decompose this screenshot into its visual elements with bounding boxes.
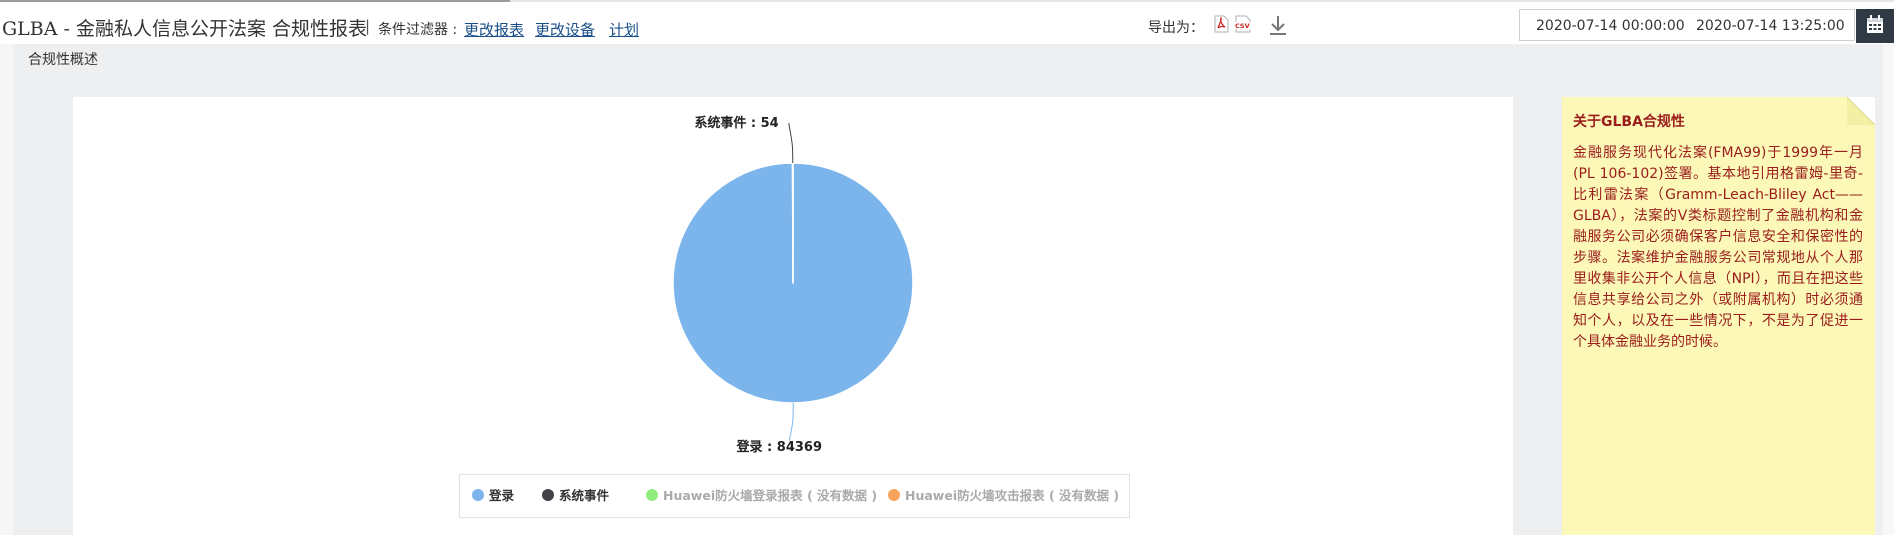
legend-marker-1 bbox=[542, 489, 554, 501]
change-device-link[interactable]: 更改设备 bbox=[535, 19, 595, 40]
legend-marker-2 bbox=[646, 489, 658, 501]
pie-leader-line-0 bbox=[789, 403, 793, 441]
export-label: 导出为： bbox=[1148, 17, 1204, 37]
legend-label-3: Huawei防火墙攻击报表 ( 没有数据 ) bbox=[905, 488, 1119, 503]
pie-chart: 登录 : 84369 系统事件 : 54 bbox=[73, 97, 1513, 535]
note-body: 金融服务现代化法案(FMA99)于1999年一月(PL 106-102)签署。基… bbox=[1573, 143, 1863, 353]
legend-marker-3 bbox=[888, 489, 900, 501]
filter-label: 条件过滤器 : bbox=[378, 19, 457, 39]
left-gutter bbox=[0, 44, 13, 535]
legend-marker-0 bbox=[472, 489, 484, 501]
right-gutter bbox=[1883, 44, 1894, 535]
page-title: GLBA - 金融私人信息公开法案 合规性报表 bbox=[2, 14, 367, 41]
calendar-icon bbox=[1856, 9, 1894, 43]
legend-label-1: 系统事件 bbox=[559, 488, 610, 503]
section-title: 合规性概述 bbox=[28, 49, 98, 69]
csv-export-icon[interactable]: CSV bbox=[1234, 15, 1252, 33]
pie-data-label-0: 登录 : 84369 bbox=[736, 439, 822, 455]
legend-items: 登录 系统事件 Huawei防火墙登录报表 ( 没有数据 ) Huawei防火墙攻击报… bbox=[460, 475, 1131, 519]
date-end: 2020-07-14 13:25:00 bbox=[1696, 18, 1845, 34]
date-start: 2020-07-14 00:00:00 bbox=[1536, 18, 1685, 34]
legend-item-3[interactable]: Huawei防火墙攻击报表 ( 没有数据 ) bbox=[888, 488, 1119, 503]
note-corner-fold bbox=[1847, 97, 1875, 125]
legend-label-2: Huawei防火墙登录报表 ( 没有数据 ) bbox=[663, 488, 877, 503]
pie-leader-line-1 bbox=[789, 123, 793, 163]
legend-label-0: 登录 bbox=[488, 488, 515, 503]
schedule-link[interactable]: 计划 bbox=[609, 19, 639, 40]
legend-item-0[interactable]: 登录 bbox=[472, 488, 515, 503]
legend-item-1[interactable]: 系统事件 bbox=[542, 488, 610, 503]
note-title: 关于GLBA合规性 bbox=[1573, 111, 1685, 131]
change-report-link[interactable]: 更改报表 bbox=[464, 19, 524, 40]
svg-text:CSV: CSV bbox=[1235, 22, 1250, 30]
calendar-button[interactable] bbox=[1856, 9, 1894, 43]
date-range-field[interactable]: 2020-07-14 00:00:00 2020-07-14 13:25:00 bbox=[1519, 9, 1855, 41]
pie-data-label-1: 系统事件 : 54 bbox=[694, 115, 778, 131]
chart-legend: 登录 系统事件 Huawei防火墙登录报表 ( 没有数据 ) Huawei防火墙攻击报… bbox=[459, 474, 1130, 518]
report-header: GLBA - 金融私人信息公开法案 合规性报表 | 条件过滤器 : 更改报表 更… bbox=[0, 2, 1894, 45]
chart-panel: 登录 : 84369 系统事件 : 54 bbox=[73, 97, 1513, 535]
legend-item-2[interactable]: Huawei防火墙登录报表 ( 没有数据 ) bbox=[646, 488, 877, 503]
pdf-export-icon[interactable] bbox=[1214, 15, 1229, 33]
download-icon[interactable] bbox=[1268, 14, 1288, 36]
title-separator: | bbox=[365, 17, 370, 35]
